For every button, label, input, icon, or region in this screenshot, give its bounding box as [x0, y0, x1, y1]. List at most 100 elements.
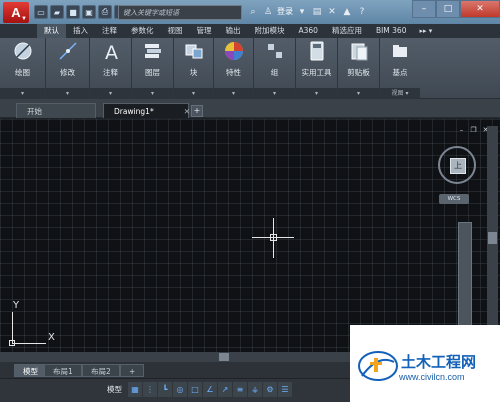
ribbon-label-draw: 绘图: [15, 68, 30, 77]
viewcube-top-face[interactable]: 上: [450, 158, 466, 174]
close-button[interactable]: ✕: [460, 0, 500, 18]
cart-icon[interactable]: ▤: [311, 5, 323, 19]
watermark-title: 土木工程网: [401, 353, 477, 371]
ribbon-group-block[interactable]: 块 ▾: [174, 38, 214, 99]
new-tab-button[interactable]: +: [191, 105, 203, 117]
status-toggles: ▦ ⋮ ┗ ◎ □ ∠ ↗ ≡ ⚶ ⚙ ☰: [128, 382, 292, 397]
ribbon-label-properties: 特性: [226, 68, 241, 77]
ribbon-group-annotate-expand[interactable]: ▾: [90, 88, 131, 99]
tab-a360[interactable]: A360: [292, 24, 325, 38]
open-folder-icon[interactable]: ▰: [50, 5, 64, 19]
save-as-icon[interactable]: ▣: [82, 5, 96, 19]
ribbon-group-modify[interactable]: 修改 ▾: [46, 38, 90, 99]
horizontal-scroll-thumb[interactable]: [219, 353, 229, 361]
a360-icon[interactable]: ▲: [341, 5, 353, 19]
ribbon-group-view-footer[interactable]: 视图 ▾: [380, 88, 420, 99]
help-icon[interactable]: ?: [356, 5, 368, 19]
grid-icon[interactable]: ▦: [128, 382, 142, 397]
ribbon-group-groups-expand[interactable]: ▾: [254, 88, 295, 99]
layers-icon: [143, 41, 163, 61]
ribbon-group-layers-expand[interactable]: ▾: [132, 88, 173, 99]
tab-start[interactable]: 开始: [16, 103, 96, 118]
tab-featured-apps[interactable]: 精选应用: [325, 24, 369, 38]
watermark-url: www.civilcn.com: [399, 372, 465, 382]
add-layout-button[interactable]: +: [120, 364, 145, 377]
title-tools: ⌕ ♙ 登录 ▾ ▤ ✕ ▲ ?: [247, 5, 368, 19]
ribbon-footer-view-label: 视图: [391, 90, 404, 97]
tab-layout1[interactable]: 布局1: [44, 364, 82, 377]
application-menu-button[interactable]: A ▼: [3, 2, 29, 23]
ribbon-group-clipboard-expand[interactable]: ▾: [338, 88, 379, 99]
polar-icon[interactable]: ◎: [173, 382, 187, 397]
tab-addins[interactable]: 附加模块: [248, 24, 292, 38]
ribbon-group-clipboard[interactable]: 剪贴板 ▾: [338, 38, 380, 99]
save-icon[interactable]: ■: [66, 5, 80, 19]
ribbon-group-utilities[interactable]: 实用工具 ▾: [296, 38, 338, 99]
tab-manage[interactable]: 管理: [190, 24, 219, 38]
ribbon-label-utilities: 实用工具: [301, 68, 332, 77]
model-space-button[interactable]: 模型: [107, 384, 122, 395]
chevron-down-icon[interactable]: ▾: [296, 5, 308, 19]
ribbon-group-properties[interactable]: 特性 ▾: [214, 38, 254, 99]
exchange-icon[interactable]: ✕: [326, 5, 338, 19]
ribbon-group-layers[interactable]: 图层 ▾: [132, 38, 174, 99]
viewcube[interactable]: 上: [438, 146, 476, 184]
ribbon-label-groups: 组: [270, 68, 279, 77]
ribbon-label-clipboard: 剪贴板: [347, 68, 370, 77]
navigation-bar[interactable]: [458, 222, 472, 327]
color-wheel-icon: [224, 41, 244, 61]
ortho-icon[interactable]: ┗: [158, 382, 172, 397]
svg-text:A: A: [105, 42, 118, 61]
annotation-scale-icon[interactable]: ⚶: [248, 382, 262, 397]
tab-annotate[interactable]: 注释: [95, 24, 124, 38]
text-a-icon: A: [101, 41, 121, 61]
vertical-scroll-thumb[interactable]: [488, 232, 497, 244]
base-point-icon: [390, 41, 410, 61]
lineweight-icon[interactable]: ≡: [233, 382, 247, 397]
dynamic-ucs-icon[interactable]: ↗: [218, 382, 232, 397]
tab-drawing1-label: Drawing1*: [114, 107, 154, 116]
close-tab-icon[interactable]: ✕: [184, 107, 190, 116]
customize-icon[interactable]: ☰: [278, 382, 292, 397]
ribbon-more-icon[interactable]: ▸▸ ▾: [413, 24, 438, 38]
new-file-icon[interactable]: ▭: [34, 5, 48, 19]
ribbon-group-annotate[interactable]: A 注释 ▾: [90, 38, 132, 99]
tab-view[interactable]: 视图: [161, 24, 190, 38]
tab-default[interactable]: 默认: [37, 24, 66, 38]
ribbon-group-modify-expand[interactable]: ▾: [46, 88, 89, 99]
snap-icon[interactable]: ⋮: [143, 382, 157, 397]
tab-output[interactable]: 输出: [219, 24, 248, 38]
block-icon: [184, 41, 204, 61]
ribbon-group-draw[interactable]: 绘图 ▾: [0, 38, 46, 99]
print-icon[interactable]: ⎙: [98, 5, 112, 19]
tab-insert[interactable]: 插入: [66, 24, 95, 38]
user-icon[interactable]: ♙: [262, 5, 274, 19]
ribbon-group-view[interactable]: 基点 视图 ▾: [380, 38, 420, 99]
calculator-icon: [307, 41, 327, 61]
ribbon-group-utilities-expand[interactable]: ▾: [296, 88, 337, 99]
viewport-restore-icon[interactable]: ❐: [469, 126, 478, 135]
wcs-menu-button[interactable]: WCS: [439, 194, 469, 204]
otrack-icon[interactable]: ∠: [203, 382, 217, 397]
ribbon-group-block-expand[interactable]: ▾: [174, 88, 213, 99]
osnap-icon[interactable]: □: [188, 382, 202, 397]
tab-bim360[interactable]: BIM 360: [369, 24, 414, 38]
draw-icon: [13, 41, 33, 61]
tab-model[interactable]: 模型: [14, 364, 47, 377]
viewport-minimize-icon[interactable]: –: [457, 126, 466, 135]
binoculars-icon[interactable]: ⌕: [247, 5, 259, 19]
drawing-canvas[interactable]: [0, 119, 500, 352]
minimize-button[interactable]: –: [412, 0, 436, 18]
maximize-button[interactable]: □: [436, 0, 460, 18]
ribbon-group-groups[interactable]: 组 ▾: [254, 38, 296, 99]
ucs-x-label: X: [48, 332, 55, 343]
login-button[interactable]: 登录: [277, 5, 293, 19]
ribbon-group-properties-expand[interactable]: ▾: [214, 88, 253, 99]
tab-parametric[interactable]: 参数化: [124, 24, 161, 38]
tab-drawing1[interactable]: Drawing1* ✕: [103, 103, 190, 118]
tab-layout2[interactable]: 布局2: [82, 364, 120, 377]
ribbon-group-draw-expand[interactable]: ▾: [0, 88, 45, 99]
workspace-icon[interactable]: ⚙: [263, 382, 277, 397]
search-input[interactable]: 键入关键字或短语: [118, 5, 242, 20]
ucs-x-axis: [12, 343, 46, 344]
